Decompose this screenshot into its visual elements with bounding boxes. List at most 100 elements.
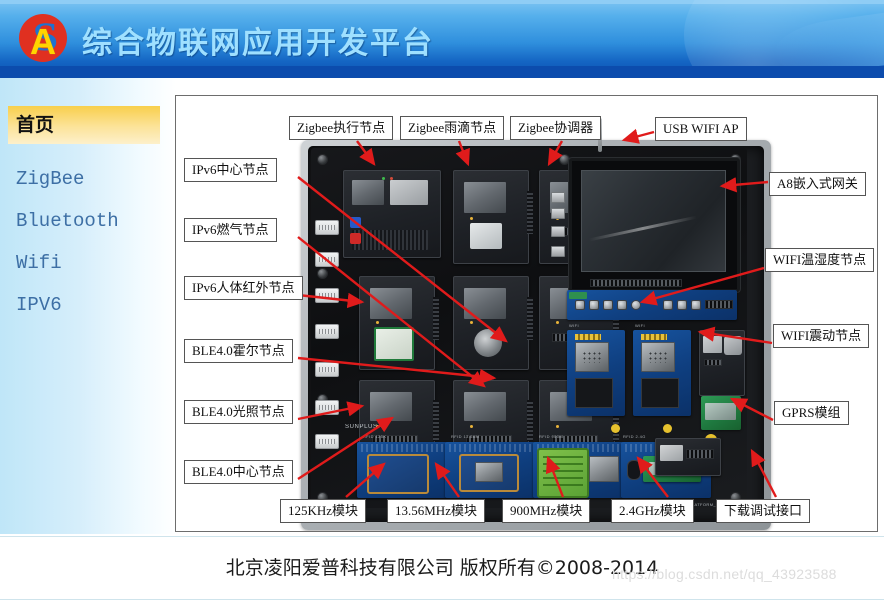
sidebar-item-ipv6[interactable]: IPV6 bbox=[8, 286, 160, 324]
rf-shield bbox=[464, 391, 506, 422]
wifi-antenna-trace bbox=[575, 334, 601, 340]
page-root: S A 综合物联网应用开发平台 首页 ZigBee Bluetooth Wifi… bbox=[0, 0, 884, 600]
pir-sensor bbox=[374, 327, 414, 361]
label-wifi-vibration[interactable]: WIFI震动节点 bbox=[773, 324, 870, 348]
sim-holder bbox=[702, 336, 722, 353]
tact-button[interactable] bbox=[663, 300, 673, 310]
db9-connector bbox=[315, 288, 339, 303]
rf-shield bbox=[464, 182, 506, 214]
label-zigbee-raindrop[interactable]: Zigbee雨滴节点 bbox=[400, 116, 505, 140]
rfid-900m-chip bbox=[589, 456, 619, 482]
page-title: 综合物联网应用开发平台 bbox=[82, 26, 434, 61]
silk-rfid-125k: RFID 125K bbox=[363, 434, 387, 439]
sidebar-item-wifi[interactable]: Wifi bbox=[8, 244, 160, 282]
rfid-125khz-module bbox=[357, 442, 447, 498]
download-debug-interface bbox=[655, 438, 721, 476]
ipv6-center-node-board bbox=[343, 170, 441, 258]
pin-header bbox=[351, 229, 429, 251]
led-icon bbox=[376, 321, 379, 324]
label-zigbee-coordinator[interactable]: Zigbee协调器 bbox=[510, 116, 602, 140]
pin-row bbox=[433, 400, 439, 441]
rfid-reader-chip bbox=[475, 462, 503, 482]
silk-rfid-24g: RFID 2.4G bbox=[623, 434, 646, 439]
label-download-debug[interactable]: 下载调试接口 bbox=[716, 499, 811, 523]
rf-shield bbox=[370, 288, 412, 320]
board-brand-silkscreen: SUNPLUS bbox=[345, 424, 378, 430]
csdn-watermark: https://blog.csdn.net/qq_43923588 bbox=[612, 566, 837, 582]
shield-perforations bbox=[582, 350, 602, 364]
relay-chip bbox=[351, 179, 385, 206]
tact-button[interactable] bbox=[603, 300, 613, 310]
label-wifi-temp-humidity[interactable]: WIFI温湿度节点 bbox=[765, 248, 875, 272]
sidebar-item-zigbee[interactable]: ZigBee bbox=[8, 160, 160, 198]
label-ble-center[interactable]: BLE4.0中心节点 bbox=[184, 460, 293, 484]
rfid-900m-antenna bbox=[537, 448, 589, 498]
label-usb-wifi-ap[interactable]: USB WIFI AP bbox=[655, 117, 747, 141]
label-a8-gateway[interactable]: A8嵌入式网关 bbox=[769, 172, 866, 196]
rfid-125k-coil bbox=[367, 454, 429, 494]
rf-shield bbox=[464, 288, 506, 320]
pin-row bbox=[433, 297, 439, 340]
db9-connector bbox=[315, 220, 339, 235]
label-900mhz-module[interactable]: 900MHz模块 bbox=[502, 499, 591, 523]
tact-button[interactable] bbox=[617, 300, 627, 310]
label-ipv6-pir[interactable]: IPv6人体红外节点 bbox=[184, 276, 303, 300]
rfid-900mhz-module bbox=[533, 442, 623, 498]
pin-row bbox=[527, 297, 533, 340]
shield-perforations bbox=[648, 350, 668, 364]
label-125khz-module[interactable]: 125KHz模块 bbox=[280, 499, 367, 523]
db9-connector bbox=[315, 324, 339, 339]
wifi-module-shield bbox=[641, 342, 675, 372]
sidebar-item-bluetooth[interactable]: Bluetooth bbox=[8, 202, 160, 240]
led-icon bbox=[470, 425, 473, 428]
tact-button[interactable] bbox=[575, 300, 585, 310]
label-ble-hall[interactable]: BLE4.0霍尔节点 bbox=[184, 339, 293, 363]
ipv6-pir-node-board bbox=[359, 276, 439, 370]
gprs-carrier-board bbox=[699, 330, 745, 396]
pin-header bbox=[704, 359, 722, 366]
yellow-cap bbox=[663, 424, 672, 433]
vibration-sensor-chip bbox=[641, 378, 679, 408]
red-led-icon bbox=[390, 177, 393, 180]
label-ble-light[interactable]: BLE4.0光照节点 bbox=[184, 400, 293, 424]
label-ipv6-gas[interactable]: IPv6燃气节点 bbox=[184, 218, 277, 242]
site-logo[interactable]: S A bbox=[14, 14, 72, 66]
silk-wifi-2: WIFI bbox=[635, 323, 646, 328]
gprs-module bbox=[701, 396, 741, 430]
green-led-icon bbox=[382, 177, 385, 180]
joystick-button[interactable] bbox=[631, 300, 641, 310]
rf-shield bbox=[370, 391, 412, 422]
gateway-carrier-board bbox=[567, 290, 737, 320]
tact-button[interactable] bbox=[691, 300, 701, 310]
screw-icon bbox=[317, 268, 328, 279]
rfid-1356mhz-module bbox=[445, 442, 535, 498]
gas-sensor bbox=[474, 329, 502, 357]
header-bottom-band bbox=[0, 66, 884, 78]
db9-connector bbox=[315, 434, 339, 449]
content-panel: SUNPLUS RFID 125K RFID 13.56M RFID 900M … bbox=[175, 95, 878, 532]
header-top-accent-line bbox=[0, 0, 884, 4]
label-24ghz-module[interactable]: 2.4GHz模块 bbox=[611, 499, 694, 523]
label-gprs-module[interactable]: GPRS模组 bbox=[774, 401, 849, 425]
debug-pin-header bbox=[686, 449, 714, 459]
tact-button[interactable] bbox=[589, 300, 599, 310]
ethernet-jack bbox=[390, 179, 429, 206]
screw-terminal bbox=[569, 292, 587, 299]
a8-gateway-lcd bbox=[569, 158, 740, 292]
silkscreen-traces bbox=[448, 444, 532, 453]
sidebar-item-home[interactable]: 首页 bbox=[8, 106, 160, 144]
sensor-chip bbox=[575, 378, 613, 408]
tact-button[interactable] bbox=[677, 300, 687, 310]
tact-button-group-left[interactable] bbox=[575, 300, 641, 310]
label-zigbee-actuator[interactable]: Zigbee执行节点 bbox=[289, 116, 394, 140]
wifi-temp-humidity-node: WIFI bbox=[567, 323, 625, 416]
gprs-shield bbox=[705, 403, 737, 421]
site-header: S A 综合物联网应用开发平台 bbox=[0, 0, 884, 78]
usb-port bbox=[551, 208, 565, 219]
usb-port bbox=[551, 246, 565, 257]
sidebar-nav: 首页 ZigBee Bluetooth Wifi IPV6 bbox=[0, 78, 176, 534]
label-1356mhz-module[interactable]: 13.56MHz模块 bbox=[387, 499, 485, 523]
label-ipv6-center[interactable]: IPv6中心节点 bbox=[184, 158, 277, 182]
pin-row bbox=[527, 400, 533, 441]
tact-button-group-right[interactable] bbox=[663, 300, 701, 310]
